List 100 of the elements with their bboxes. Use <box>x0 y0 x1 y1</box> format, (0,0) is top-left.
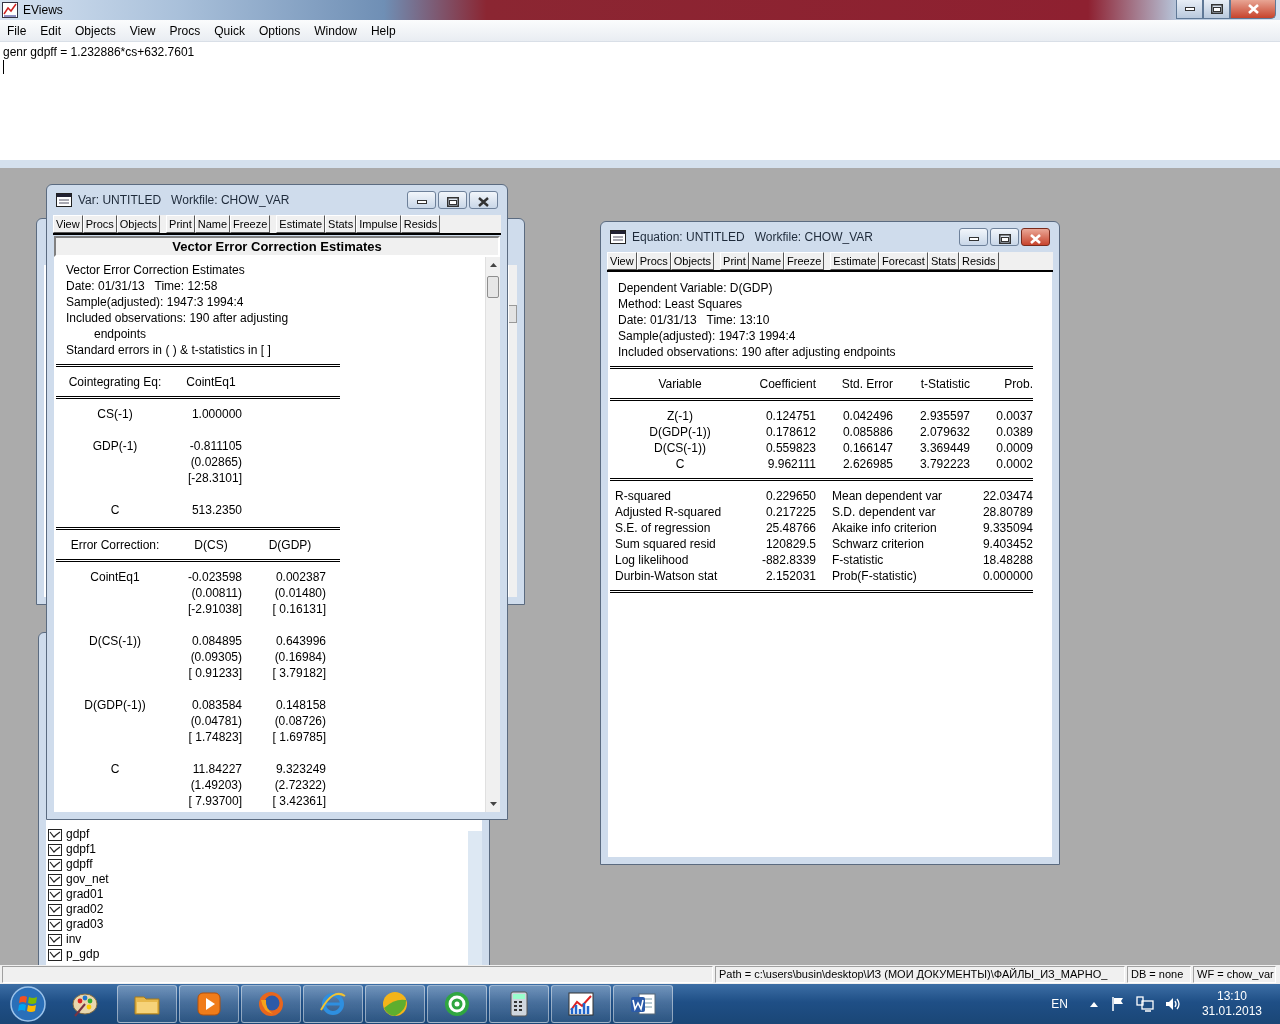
taskbar-button[interactable] <box>303 985 363 1023</box>
menu-item[interactable]: File <box>0 21 34 40</box>
workfile-item[interactable]: gov_net <box>48 872 468 887</box>
row-label: C <box>109 761 121 778</box>
app-title: EViews <box>23 3 63 17</box>
taskbar-button[interactable] <box>489 985 549 1023</box>
menu-item[interactable]: Help <box>363 21 403 40</box>
table-cell: (1.49203) <box>190 777 242 793</box>
table-cell: [ 1.69785] <box>272 729 326 745</box>
table-cell-text: 3.369449 <box>918 440 970 456</box>
table-cell-text: 0.0389 <box>995 424 1033 440</box>
toolbar-button[interactable]: Print <box>720 252 749 270</box>
minimize-button[interactable] <box>1176 0 1203 19</box>
restore-button[interactable] <box>990 228 1019 246</box>
workfile-item[interactable]: grad02 <box>48 902 468 917</box>
minimize-button[interactable] <box>959 228 988 246</box>
maximize-button[interactable] <box>1203 0 1230 19</box>
toolbar-button[interactable]: Name <box>194 215 231 233</box>
table-cell: (0.08726) <box>274 713 326 729</box>
taskbar-button[interactable] <box>613 985 673 1023</box>
toolbar-button[interactable]: Procs <box>636 252 671 270</box>
toolbar-button[interactable]: Stats <box>927 252 959 270</box>
menu-item[interactable]: Options <box>251 21 308 40</box>
restore-button[interactable] <box>438 191 467 209</box>
close-button[interactable] <box>1021 228 1050 246</box>
ring-icon <box>443 990 471 1018</box>
taskbar-button[interactable] <box>117 985 177 1023</box>
toolbar-button[interactable]: Name <box>748 252 785 270</box>
minimize-button[interactable] <box>407 191 436 209</box>
toolbar-button[interactable]: Resids <box>958 252 999 270</box>
taskbar-button[interactable] <box>365 985 425 1023</box>
toolbar-button[interactable]: Estimate <box>276 215 326 233</box>
table-cell: 0.083584 <box>191 697 242 713</box>
taskbar-button[interactable] <box>427 985 487 1023</box>
close-button[interactable] <box>469 191 498 209</box>
taskbar-button[interactable] <box>241 985 301 1023</box>
workfile-item[interactable]: grad03 <box>48 917 468 932</box>
workfile-item[interactable]: p_gdp <box>48 947 468 962</box>
statistic-label: Log likelihood <box>614 552 690 568</box>
scrollbar[interactable] <box>485 257 500 812</box>
toolbar-button[interactable]: Forecast <box>879 252 928 270</box>
clock-time[interactable]: 13:10 <box>1216 989 1247 1004</box>
toolbar-button[interactable]: Resids <box>400 215 441 233</box>
document-icon <box>629 990 657 1018</box>
workfile-item[interactable]: gdpf1 <box>48 842 468 857</box>
workfile-item[interactable]: gdpff <box>48 857 468 872</box>
statistic-value: 28.80789 <box>981 504 1033 520</box>
taskbar-button[interactable] <box>551 985 611 1023</box>
command-field[interactable]: genr gdpff = 1.232886*cs+632.7601 <box>0 42 1280 160</box>
flag-icon[interactable] <box>1109 996 1126 1012</box>
workfile-status: WF = chow_var <box>1193 966 1276 983</box>
chart-icon <box>567 990 595 1018</box>
toolbar-button[interactable]: View <box>53 215 83 233</box>
window-title: Equation: UNTITLED Workfile: CHOW_VAR <box>632 230 873 244</box>
output-text: Sample(adjusted): 1947:3 1994:4 <box>617 328 797 344</box>
toolbar-button[interactable]: View <box>607 252 637 270</box>
scrollbar[interactable] <box>509 265 517 597</box>
output-text: Included observations: 190 after adjusting <box>65 310 290 326</box>
statistic-value: 22.03474 <box>981 488 1033 504</box>
toolbar-button[interactable]: Stats <box>325 215 357 233</box>
row-label: C <box>109 502 121 518</box>
toolbar-button[interactable]: Impulse <box>356 215 401 233</box>
workfile-item[interactable]: gdpf <box>48 827 468 842</box>
statistic-value: 0.229650 <box>764 488 816 504</box>
workfile-item[interactable]: grad01 <box>48 887 468 902</box>
taskbar-button[interactable] <box>179 985 239 1023</box>
toolbar-button[interactable]: Freeze <box>784 252 825 270</box>
scroll-thumb[interactable] <box>509 305 517 323</box>
clock-date[interactable]: 31.01.2013 <box>1201 1004 1262 1019</box>
toolbar-button[interactable]: Procs <box>82 215 117 233</box>
menu-item[interactable]: Procs <box>162 21 208 40</box>
table-cell: 0.084895 <box>191 633 242 649</box>
toolbar-button[interactable]: Print <box>166 215 195 233</box>
toolbar-button[interactable]: Objects <box>670 252 715 270</box>
table-cell: (0.02865) <box>190 454 242 470</box>
table-cell-text: 0.085886 <box>841 424 893 440</box>
row-label: CS(-1) <box>96 406 134 422</box>
scroll-thumb[interactable] <box>487 276 499 298</box>
table-cell: [ 7.93700] <box>188 793 242 809</box>
statistic-value: -882.8339 <box>760 552 816 568</box>
table-cell: 513.2350 <box>191 502 242 518</box>
toolbar-button[interactable]: Objects <box>116 215 161 233</box>
menu-item[interactable]: Edit <box>33 21 69 40</box>
speaker-icon[interactable] <box>1163 996 1182 1012</box>
menu-item[interactable]: Window <box>307 21 364 40</box>
output-text: Dependent Variable: D(GDP) <box>617 280 774 296</box>
table-cell-text: 2.935597 <box>918 408 970 424</box>
toolbar-button[interactable]: Freeze <box>230 215 271 233</box>
toolbar-button[interactable]: Estimate <box>830 252 880 270</box>
workfile-item[interactable]: inv <box>48 932 468 947</box>
scrollbar[interactable] <box>468 831 482 965</box>
statistic-value: 2.152031 <box>764 568 816 584</box>
menu-item[interactable]: View <box>122 21 163 40</box>
table-cell: [ 3.79182] <box>272 665 326 681</box>
window-icon <box>56 193 72 207</box>
language-indicator[interactable]: EN <box>1051 997 1068 1011</box>
network-icon[interactable] <box>1135 996 1154 1012</box>
table-cell: -0.811105 <box>189 438 242 454</box>
menu-item[interactable]: Objects <box>68 21 123 40</box>
menu-item[interactable]: Quick <box>207 21 252 40</box>
